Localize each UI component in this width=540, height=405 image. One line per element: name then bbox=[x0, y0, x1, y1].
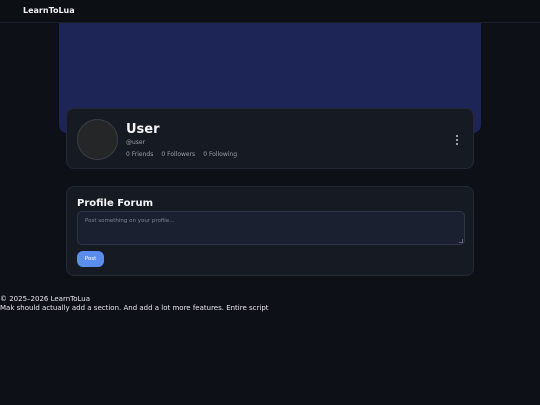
post-button[interactable]: Post bbox=[77, 251, 104, 267]
more-dot bbox=[456, 143, 458, 145]
avatar[interactable] bbox=[77, 119, 118, 160]
top-navbar: LearnToLua bbox=[0, 0, 540, 23]
post-input[interactable] bbox=[77, 211, 465, 245]
stat-friends-label: Friends bbox=[131, 151, 154, 158]
stat-following-count: 0 bbox=[203, 151, 208, 158]
forum-title: Profile Forum bbox=[77, 198, 154, 209]
stat-friends-count: 0 bbox=[126, 151, 130, 158]
profile-handle: @user bbox=[126, 139, 146, 146]
footer-note: Mak should actually add a section. And a… bbox=[0, 304, 269, 312]
footer-copyright: © 2025–2026 LearnToLua bbox=[0, 295, 91, 303]
stat-followers-count: 0 bbox=[161, 151, 166, 158]
footer: © 2025–2026 LearnToLua Mak should actual… bbox=[0, 295, 269, 313]
stat-followers[interactable]: 0 Followers bbox=[161, 151, 195, 158]
profile-card: User @user 0 Friends 0 Followers 0 Follo… bbox=[66, 108, 474, 169]
more-dot bbox=[456, 135, 458, 137]
resize-grip-icon[interactable] bbox=[459, 239, 463, 243]
more-options-icon[interactable] bbox=[450, 132, 464, 148]
stat-followers-label: Followers bbox=[167, 151, 196, 158]
brand-logo-text[interactable]: LearnToLua bbox=[23, 6, 75, 15]
stat-following-label: Following bbox=[208, 151, 238, 158]
profile-stats: 0 Friends 0 Followers 0 Following bbox=[126, 151, 237, 158]
profile-forum-card: Profile Forum Post bbox=[66, 186, 474, 276]
profile-username: User bbox=[126, 122, 160, 137]
stat-friends[interactable]: 0 Friends bbox=[126, 151, 153, 158]
more-dot bbox=[456, 139, 458, 141]
stat-following[interactable]: 0 Following bbox=[203, 151, 237, 158]
